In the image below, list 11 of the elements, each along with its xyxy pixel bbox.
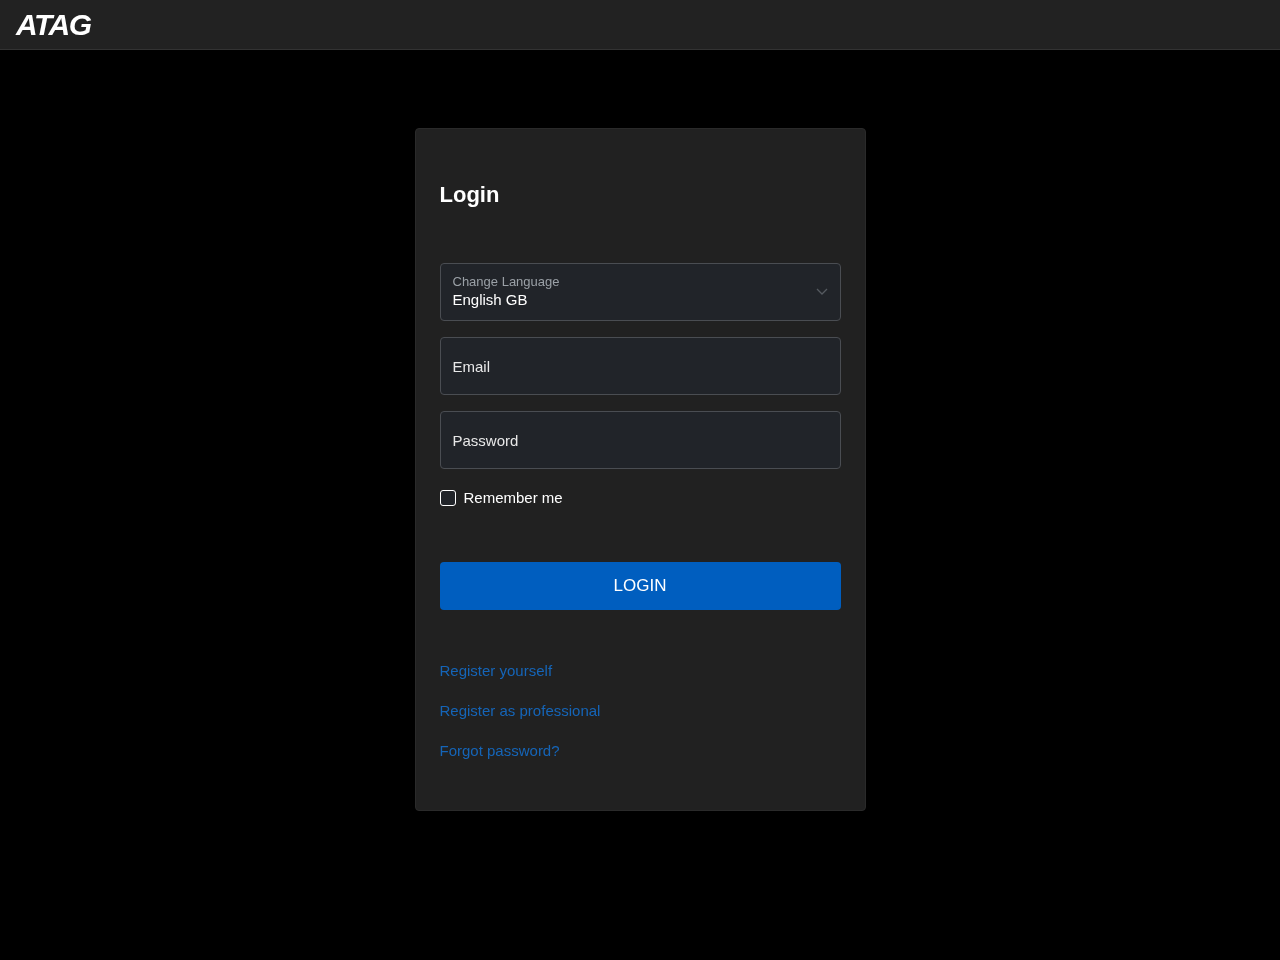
language-value: English GB [452,290,529,310]
logo[interactable]: ATAG [16,9,91,40]
email-field[interactable]: Email [439,337,841,395]
login-title: Login [439,181,501,209]
password-field[interactable]: Password [439,411,841,469]
chevron-down-icon [815,288,828,296]
remember-label: Remember me [463,488,563,508]
language-select[interactable]: Change Language English GB [439,263,841,321]
language-label: Change Language [452,274,561,290]
login-button[interactable]: LOGIN [439,561,841,610]
remember-checkbox[interactable] [439,490,456,507]
